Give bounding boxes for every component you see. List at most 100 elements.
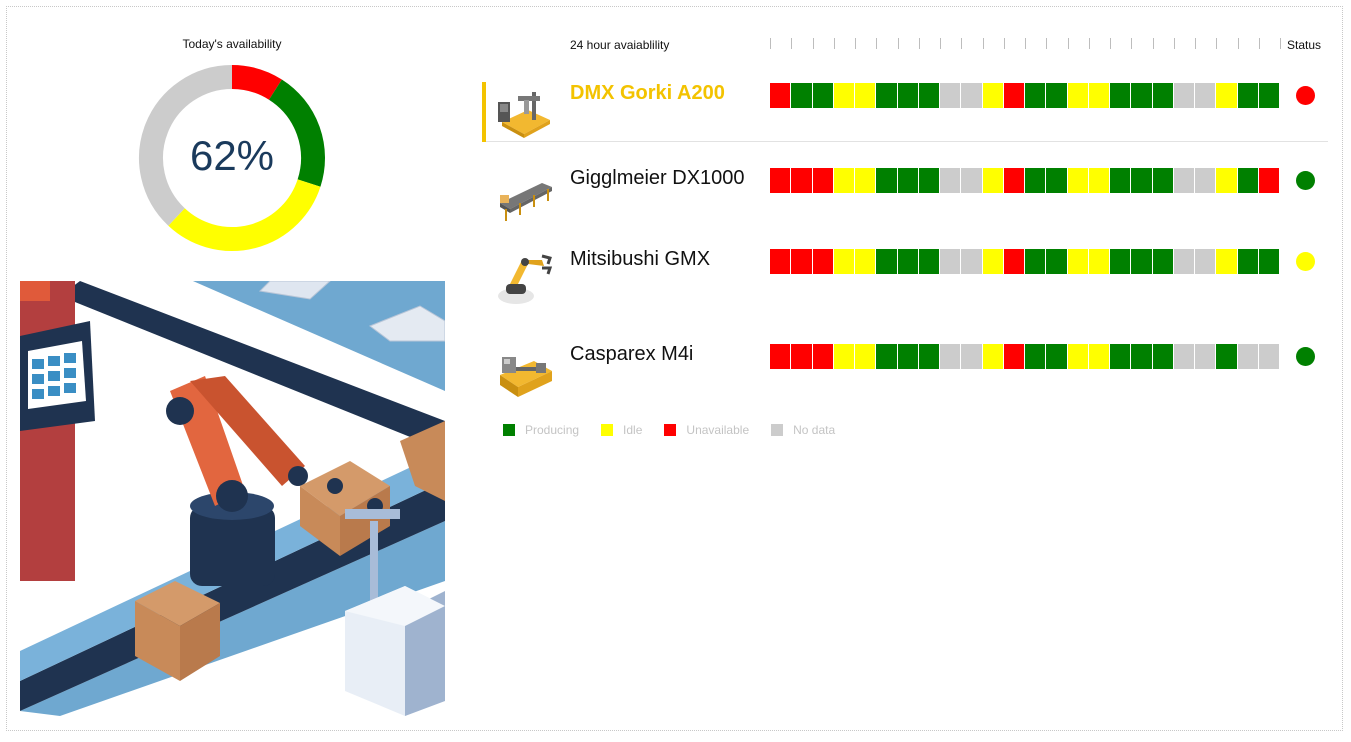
hour-tick [1088,38,1090,49]
hour-cell-no-data [1173,249,1194,274]
selected-row-indicator [482,82,486,142]
legend-item-unavailable: Unavailable [664,423,749,437]
donut-segment-unavailable [231,65,282,100]
hour-cell-producing [1131,344,1152,369]
hour-cell-producing [918,249,939,274]
availability-timeline-bar [770,83,1280,108]
hour-cell-no-data [1195,344,1216,369]
machine-name[interactable]: Casparex M4i [570,343,693,366]
hour-cell-producing [1131,249,1152,274]
hour-tick [1067,38,1069,49]
status-indicator [1296,347,1315,366]
hour-cell-idle [1216,249,1237,274]
machine-row[interactable]: Casparex M4i [482,343,1332,403]
hour-cell-unavailable [1003,168,1024,193]
hour-cell-unavailable [1003,344,1024,369]
machine-row[interactable]: Gigglmeier DX1000 [482,167,1332,227]
hour-cell-idle [855,83,876,108]
factory-robot-illustration [20,281,445,716]
hour-cell-idle [833,83,854,108]
legend-label: Producing [525,423,580,437]
availability-timeline-bar [770,249,1280,274]
hour-cell-unavailable [812,344,833,369]
hour-tick [1173,38,1175,49]
hour-cell-producing [1216,344,1237,369]
hour-cell-unavailable [770,168,791,193]
legend-swatch [664,424,677,436]
hour-cell-producing [1046,344,1067,369]
hour-cell-no-data [1173,344,1194,369]
lathe-icon [494,345,556,401]
machine-name[interactable]: DMX Gorki A200 [570,82,725,105]
hour-cell-no-data [961,344,982,369]
hour-cell-no-data [961,168,982,193]
hour-cell-producing [1152,249,1173,274]
hour-cell-unavailable [1003,83,1024,108]
machine-row[interactable]: DMX Gorki A200 [482,82,1332,142]
hour-cell-idle [855,168,876,193]
hour-tick [1110,38,1111,49]
hour-tick [1131,38,1133,49]
hour-cell-idle [833,344,854,369]
hour-tick [1216,38,1218,49]
hour-cell-no-data [961,83,982,108]
hour-cell-producing [1237,249,1258,274]
machine-name[interactable]: Mitsibushi GMX [570,248,710,271]
hour-cell-unavailable [812,249,833,274]
legend-label: Unavailable [686,423,750,437]
hour-cell-producing [918,344,939,369]
hour-cell-producing [1237,83,1258,108]
hour-cell-no-data [961,249,982,274]
hour-tick [982,38,984,49]
hour-cell-idle [982,249,1003,274]
hour-tick [940,38,941,49]
hour-cell-producing [1110,83,1131,108]
hour-cell-producing [1025,344,1046,369]
hour-cell-idle [1216,83,1237,108]
hour-cell-producing [791,83,812,108]
timeline-title: 24 hour avaiablility [570,38,670,52]
hour-cell-producing [1131,83,1152,108]
hour-cell-unavailable [1003,249,1024,274]
cnc-router-icon [494,84,556,140]
hour-cell-producing [897,249,918,274]
machine-name[interactable]: Gigglmeier DX1000 [570,167,745,190]
hour-cell-producing [1046,83,1067,108]
hour-cell-idle [833,249,854,274]
status-indicator [1296,252,1315,271]
machine-row[interactable]: Mitsibushi GMX [482,248,1332,308]
hour-cell-no-data [1258,344,1279,369]
hour-cell-no-data [1173,83,1194,108]
hour-tick [770,38,771,49]
hour-cell-no-data [1195,83,1216,108]
hour-cell-producing [876,83,897,108]
hour-cell-producing [1152,83,1173,108]
hour-cell-idle [1067,168,1088,193]
legend-item-idle: Idle [601,423,642,437]
hour-cell-producing [897,344,918,369]
hour-cell-producing [1025,249,1046,274]
hour-cell-producing [1110,168,1131,193]
availability-timeline-bar [770,344,1280,369]
hour-cell-idle [833,168,854,193]
hour-tick [791,38,793,49]
hour-tick [1046,38,1048,49]
conveyor-icon [494,169,556,225]
hour-tick [855,38,856,49]
hour-cell-idle [982,344,1003,369]
hour-cell-producing [1237,168,1258,193]
hour-cell-producing [897,83,918,108]
hour-cell-producing [1152,344,1173,369]
hour-cell-no-data [1195,249,1216,274]
legend-label: No data [793,423,836,437]
hour-tick [897,38,899,49]
legend-swatch [771,424,784,436]
robot-arm-icon [494,250,556,306]
legend-item-producing: Producing [503,423,579,437]
hour-cell-unavailable [770,83,791,108]
hour-cell-no-data [1237,344,1258,369]
legend-swatch [503,424,515,436]
legend-label: Idle [623,423,643,437]
hour-cell-producing [812,83,833,108]
timeline-hour-ticks [770,38,1281,50]
